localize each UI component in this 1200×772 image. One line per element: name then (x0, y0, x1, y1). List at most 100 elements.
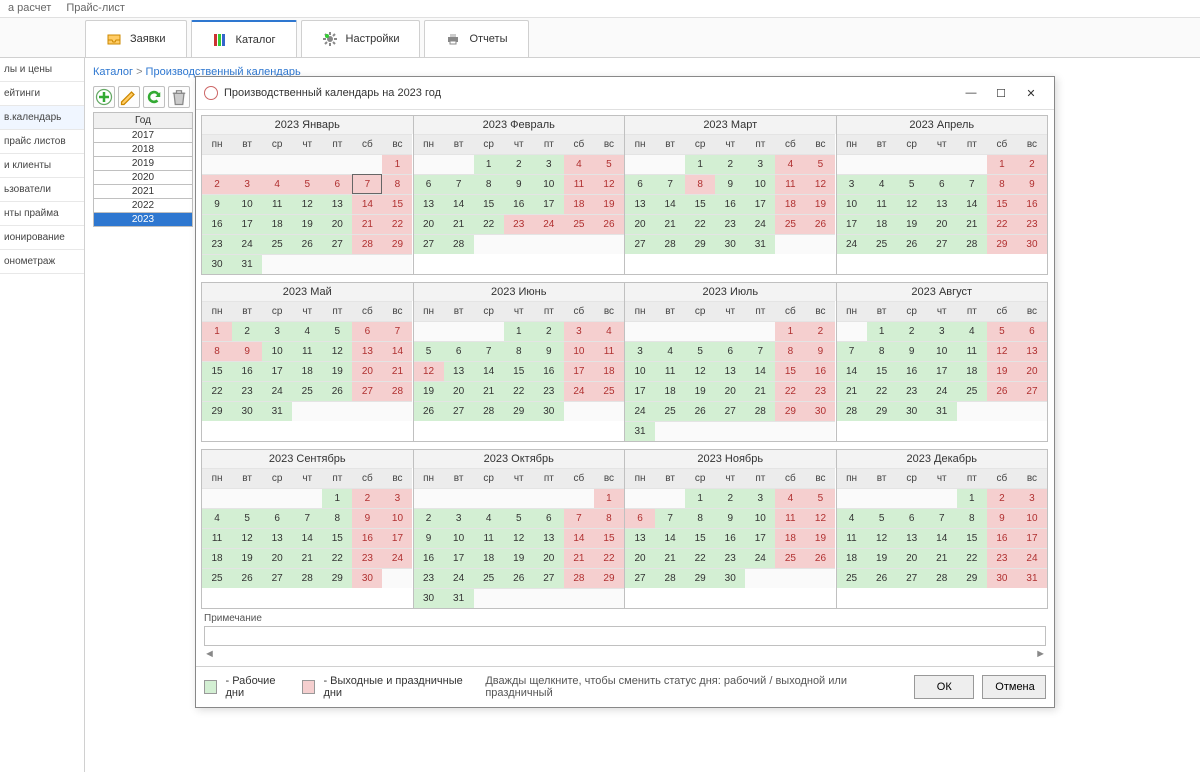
day-cell[interactable]: 13 (897, 528, 927, 548)
day-cell[interactable]: 9 (504, 174, 534, 194)
day-cell[interactable]: 14 (957, 194, 987, 214)
day-cell[interactable]: 25 (292, 381, 322, 401)
day-cell[interactable]: 4 (775, 488, 805, 508)
day-cell[interactable]: 6 (444, 341, 474, 361)
day-cell[interactable]: 16 (232, 361, 262, 381)
day-cell[interactable]: 16 (805, 361, 835, 381)
day-cell[interactable]: 23 (232, 381, 262, 401)
day-cell[interactable]: 1 (474, 154, 504, 174)
day-cell[interactable]: 2 (352, 488, 382, 508)
day-cell[interactable]: 14 (564, 528, 594, 548)
day-cell[interactable]: 8 (594, 508, 624, 528)
day-cell[interactable]: 21 (352, 214, 382, 234)
day-cell[interactable]: 9 (715, 174, 745, 194)
day-cell[interactable]: 20 (1017, 361, 1047, 381)
day-cell[interactable]: 3 (745, 488, 775, 508)
day-cell[interactable]: 19 (292, 214, 322, 234)
day-cell[interactable]: 22 (474, 214, 504, 234)
day-cell[interactable]: 25 (775, 214, 805, 234)
day-cell[interactable]: 4 (655, 341, 685, 361)
tab-Заявки[interactable]: Заявки (85, 20, 187, 57)
day-cell[interactable]: 20 (352, 361, 382, 381)
day-cell[interactable]: 9 (414, 528, 444, 548)
day-cell[interactable]: 19 (867, 548, 897, 568)
day-cell[interactable]: 7 (474, 341, 504, 361)
day-cell[interactable]: 13 (444, 361, 474, 381)
sidebar-item[interactable]: ьзователи (0, 178, 84, 202)
day-cell[interactable]: 17 (745, 194, 775, 214)
hscroll[interactable]: ◄► (196, 646, 1054, 662)
day-cell[interactable]: 5 (594, 154, 624, 174)
sidebar-item[interactable]: ионирование (0, 226, 84, 250)
day-cell[interactable]: 10 (745, 508, 775, 528)
day-cell[interactable]: 22 (504, 381, 534, 401)
day-cell[interactable]: 4 (564, 154, 594, 174)
day-cell[interactable]: 5 (867, 508, 897, 528)
day-cell[interactable]: 22 (322, 548, 352, 568)
day-cell[interactable]: 14 (382, 341, 412, 361)
day-cell[interactable]: 15 (867, 361, 897, 381)
day-cell[interactable]: 27 (322, 234, 352, 254)
day-cell[interactable]: 4 (594, 321, 624, 341)
day-cell[interactable]: 27 (927, 234, 957, 254)
day-cell[interactable]: 29 (322, 568, 352, 588)
day-cell[interactable]: 7 (837, 341, 867, 361)
day-cell[interactable]: 30 (715, 568, 745, 588)
day-cell[interactable]: 6 (414, 174, 444, 194)
day-cell[interactable]: 19 (897, 214, 927, 234)
day-cell[interactable]: 27 (414, 234, 444, 254)
day-cell[interactable]: 10 (745, 174, 775, 194)
day-cell[interactable]: 8 (504, 341, 534, 361)
day-cell[interactable]: 17 (837, 214, 867, 234)
day-cell[interactable]: 18 (564, 194, 594, 214)
day-cell[interactable]: 4 (262, 174, 292, 194)
day-cell[interactable]: 2 (1017, 154, 1047, 174)
day-cell[interactable]: 24 (625, 401, 655, 421)
day-cell[interactable]: 13 (1017, 341, 1047, 361)
day-cell[interactable]: 21 (927, 548, 957, 568)
day-cell[interactable]: 10 (444, 528, 474, 548)
day-cell[interactable]: 2 (715, 488, 745, 508)
day-cell[interactable]: 4 (837, 508, 867, 528)
day-cell[interactable]: 9 (805, 341, 835, 361)
day-cell[interactable]: 24 (444, 568, 474, 588)
cancel-button[interactable]: Отмена (982, 675, 1046, 699)
day-cell[interactable]: 8 (957, 508, 987, 528)
day-cell[interactable]: 31 (1017, 568, 1047, 588)
day-cell[interactable]: 18 (957, 361, 987, 381)
day-cell[interactable]: 27 (1017, 381, 1047, 401)
day-cell[interactable]: 16 (715, 528, 745, 548)
day-cell[interactable]: 6 (352, 321, 382, 341)
day-cell[interactable]: 26 (322, 381, 352, 401)
day-cell[interactable]: 21 (655, 548, 685, 568)
year-item[interactable]: 2017 (93, 129, 193, 143)
day-cell[interactable]: 14 (837, 361, 867, 381)
day-cell[interactable]: 11 (837, 528, 867, 548)
day-cell[interactable]: 28 (382, 381, 412, 401)
day-cell[interactable]: 28 (474, 401, 504, 421)
year-item[interactable]: 2022 (93, 199, 193, 213)
day-cell[interactable]: 31 (444, 588, 474, 608)
day-cell[interactable]: 18 (775, 528, 805, 548)
day-cell[interactable]: 12 (504, 528, 534, 548)
day-cell[interactable]: 28 (352, 234, 382, 254)
day-cell[interactable]: 13 (352, 341, 382, 361)
day-cell[interactable]: 2 (987, 488, 1017, 508)
day-cell[interactable]: 18 (292, 361, 322, 381)
day-cell[interactable]: 31 (625, 421, 655, 441)
day-cell[interactable]: 25 (594, 381, 624, 401)
day-cell[interactable]: 24 (534, 214, 564, 234)
day-cell[interactable]: 28 (655, 234, 685, 254)
day-cell[interactable]: 20 (322, 214, 352, 234)
sidebar-item[interactable]: нты прайма (0, 202, 84, 226)
day-cell[interactable]: 26 (292, 234, 322, 254)
day-cell[interactable]: 12 (805, 508, 835, 528)
day-cell[interactable]: 30 (805, 401, 835, 421)
day-cell[interactable]: 19 (322, 361, 352, 381)
day-cell[interactable]: 2 (715, 154, 745, 174)
day-cell[interactable]: 14 (655, 528, 685, 548)
day-cell[interactable]: 1 (382, 154, 412, 174)
day-cell[interactable]: 8 (382, 174, 412, 194)
year-item[interactable]: 2021 (93, 185, 193, 199)
day-cell[interactable]: 20 (625, 548, 655, 568)
